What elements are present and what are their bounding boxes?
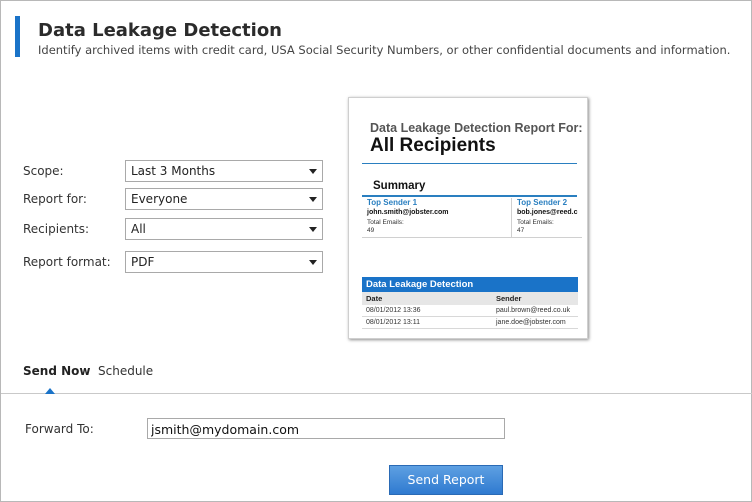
top-sender-card: Top Sender 1 john.smith@jobster.com Tota… bbox=[362, 198, 512, 238]
row-sender: paul.brown@reed.co.uk bbox=[496, 307, 571, 314]
recipients-label: Recipients: bbox=[23, 222, 90, 236]
report-format-select[interactable]: PDF bbox=[125, 251, 323, 273]
preview-table-header: Date Sender bbox=[362, 292, 578, 305]
top-sender-card: Top Sender 2 bob.jones@reed.c Total Emai… bbox=[512, 198, 582, 238]
tab-send-now[interactable]: Send Now bbox=[23, 364, 90, 378]
table-row: 08/01/2012 13:36 paul.brown@reed.co.uk bbox=[362, 305, 578, 317]
chevron-down-icon bbox=[309, 197, 317, 202]
forward-to-input[interactable] bbox=[147, 418, 505, 439]
recipients-value: All bbox=[131, 222, 146, 236]
top-sender-total: 49 bbox=[367, 227, 375, 234]
row-sender: jane.doe@jobster.com bbox=[496, 319, 566, 326]
report-format-label: Report format: bbox=[23, 255, 111, 269]
chevron-down-icon bbox=[309, 169, 317, 174]
scope-select[interactable]: Last 3 Months bbox=[125, 160, 323, 182]
report-preview: Data Leakage Detection Report For: All R… bbox=[348, 97, 588, 339]
scope-label: Scope: bbox=[23, 164, 64, 178]
header-accent-bar bbox=[15, 16, 20, 57]
top-sender-total-label: Total Emails: bbox=[517, 219, 554, 226]
preview-divider bbox=[362, 163, 577, 164]
preview-big-title: All Recipients bbox=[370, 135, 496, 156]
top-sender-total: 47 bbox=[517, 227, 525, 234]
send-report-button[interactable]: Send Report bbox=[389, 465, 503, 495]
report-for-select[interactable]: Everyone bbox=[125, 188, 323, 210]
row-date: 08/01/2012 13:36 bbox=[366, 307, 421, 314]
preview-summary-label: Summary bbox=[373, 180, 426, 192]
top-sender-heading: Top Sender 2 bbox=[517, 198, 568, 207]
preview-table-title: Data Leakage Detection bbox=[362, 277, 578, 292]
recipients-select[interactable]: All bbox=[125, 218, 323, 240]
row-date: 08/01/2012 13:11 bbox=[366, 319, 420, 326]
preview-summary-divider bbox=[362, 195, 577, 197]
preview-report-for-title: Data Leakage Detection Report For: bbox=[370, 121, 583, 135]
page-subtitle: Identify archived items with credit card… bbox=[38, 43, 731, 57]
top-sender-email: bob.jones@reed.c bbox=[517, 209, 578, 216]
column-header-date: Date bbox=[366, 294, 383, 303]
tab-schedule[interactable]: Schedule bbox=[98, 364, 153, 378]
active-tab-indicator bbox=[45, 388, 55, 394]
report-for-value: Everyone bbox=[131, 192, 188, 206]
data-leakage-panel: Data Leakage Detection Identify archived… bbox=[0, 0, 752, 502]
report-for-label: Report for: bbox=[23, 192, 87, 206]
top-sender-heading: Top Sender 1 bbox=[367, 198, 418, 207]
top-sender-total-label: Total Emails: bbox=[367, 219, 404, 226]
tab-divider bbox=[1, 393, 752, 394]
report-format-value: PDF bbox=[131, 255, 155, 269]
page-title: Data Leakage Detection bbox=[38, 20, 282, 41]
table-row: 08/01/2012 13:11 jane.doe@jobster.com bbox=[362, 317, 578, 329]
top-sender-email: john.smith@jobster.com bbox=[367, 209, 449, 216]
scope-value: Last 3 Months bbox=[131, 164, 216, 178]
column-header-sender: Sender bbox=[496, 294, 522, 303]
chevron-down-icon bbox=[309, 260, 317, 265]
forward-to-label: Forward To: bbox=[25, 422, 94, 436]
chevron-down-icon bbox=[309, 227, 317, 232]
